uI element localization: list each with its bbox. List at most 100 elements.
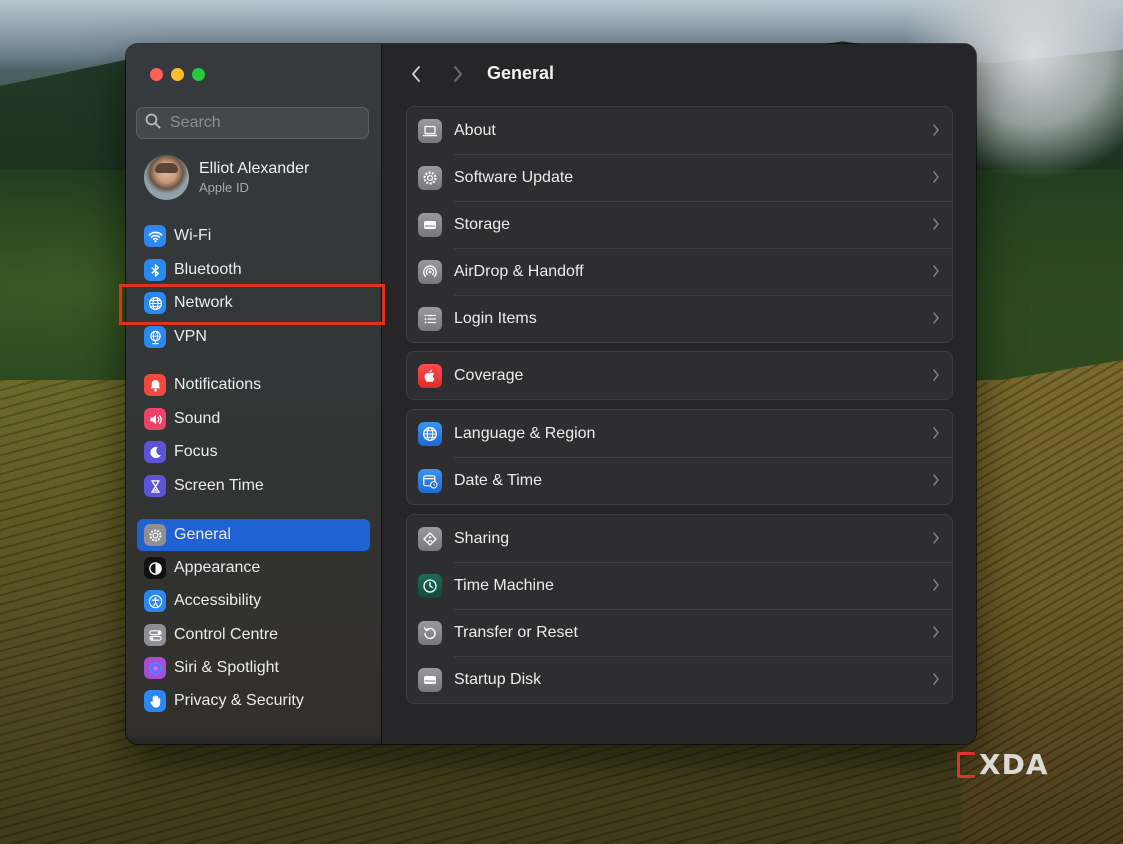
window-controls: [150, 68, 205, 81]
minimize-button[interactable]: [171, 68, 184, 81]
sidebar-item-label: General: [174, 526, 231, 543]
settings-row-label: Storage: [454, 215, 511, 233]
settings-row-about[interactable]: About: [407, 107, 952, 154]
settings-row-software-update[interactable]: Software Update: [407, 154, 952, 201]
sidebar-item-focus[interactable]: Focus: [137, 436, 370, 468]
settings-row-label: Transfer or Reset: [454, 623, 578, 641]
settings-group: Language & Region Date & Time: [406, 409, 953, 505]
airdrop-icon: [418, 259, 442, 284]
wifi-icon: [144, 225, 166, 247]
search-input[interactable]: [168, 113, 362, 133]
vpn-globe-icon: [144, 326, 166, 348]
sidebar-item-vpn[interactable]: VPN: [137, 321, 370, 353]
settings-row-airdrop-handoff[interactable]: AirDrop & Handoff: [407, 248, 952, 295]
sidebar-item-siri-spotlight[interactable]: Siri & Spotlight: [137, 652, 370, 684]
apple-id-profile[interactable]: Elliot Alexander Apple ID: [144, 155, 309, 200]
sidebar-item-label: Control Centre: [174, 626, 279, 643]
xda-watermark: XDA: [957, 748, 1049, 781]
avatar: [144, 155, 189, 200]
sidebar-item-label: Wi-Fi: [174, 227, 212, 244]
hourglass-icon: [144, 475, 166, 497]
siri-icon: [144, 657, 166, 679]
apple-icon: [418, 363, 442, 388]
chevron-left-icon: [412, 66, 420, 82]
sidebar-item-sound[interactable]: Sound: [137, 403, 370, 435]
zoom-button[interactable]: [192, 68, 205, 81]
reset-icon: [418, 620, 442, 645]
sidebar-item-network[interactable]: Network: [137, 287, 370, 319]
profile-name: Elliot Alexander: [199, 159, 310, 177]
settings-row-label: About: [454, 121, 496, 139]
close-button[interactable]: [150, 68, 163, 81]
sidebar-item-screen-time[interactable]: Screen Time: [137, 470, 370, 502]
settings-row-storage[interactable]: Storage: [407, 201, 952, 248]
sidebar-item-label: Sound: [174, 410, 221, 427]
page-title: General: [487, 63, 555, 83]
settings-row-language-region[interactable]: Language & Region: [407, 410, 952, 457]
disk-icon: [418, 667, 442, 692]
settings-row-sharing[interactable]: Sharing: [407, 515, 952, 562]
forward-button[interactable]: [446, 62, 470, 86]
sidebar-item-label: Bluetooth: [174, 261, 242, 278]
settings-row-label: Software Update: [454, 168, 574, 186]
system-settings-window: Elliot Alexander Apple ID Wi-Fi Bluetooth…: [126, 44, 976, 744]
hand-icon: [144, 690, 166, 712]
settings-row-label: Sharing: [454, 529, 510, 547]
sidebar-item-label: Privacy & Security: [174, 692, 304, 709]
sidebar-item-accessibility[interactable]: Accessibility: [137, 585, 370, 617]
sidebar-item-label: Appearance: [174, 559, 261, 576]
gear-update-icon: [418, 165, 442, 190]
globe-icon: [144, 292, 166, 314]
sharing-icon: [418, 526, 442, 551]
sidebar-item-general[interactable]: General: [137, 519, 370, 551]
sidebar-item-appearance[interactable]: Appearance: [137, 552, 370, 584]
bell-icon: [144, 374, 166, 396]
settings-row-label: Coverage: [454, 366, 524, 384]
sidebar-item-control-centre[interactable]: Control Centre: [137, 619, 370, 651]
sidebar-item-label: Siri & Spotlight: [174, 659, 279, 676]
back-button[interactable]: [404, 62, 428, 86]
sidebar-item-label: Screen Time: [174, 477, 264, 494]
settings-group: Coverage: [406, 351, 953, 400]
settings-row-label: Date & Time: [454, 471, 543, 489]
settings-row-label: Language & Region: [454, 424, 596, 442]
globe-icon: [418, 421, 442, 446]
xda-logo-icon: [957, 751, 975, 778]
settings-row-coverage[interactable]: Coverage: [407, 352, 952, 399]
sidebar-item-label: Accessibility: [174, 592, 262, 609]
sidebar-item-notifications[interactable]: Notifications: [137, 369, 370, 401]
sidebar-item-label: VPN: [174, 328, 207, 345]
gear-icon: [144, 524, 166, 546]
search-icon: [145, 113, 161, 134]
chevron-right-icon: [454, 66, 462, 82]
search-field[interactable]: [136, 107, 369, 139]
laptop-icon: [418, 118, 442, 143]
calendar-clock-icon: [418, 468, 442, 493]
list-icon: [418, 306, 442, 331]
settings-row-label: AirDrop & Handoff: [454, 262, 584, 280]
speaker-icon: [144, 408, 166, 430]
moon-icon: [144, 441, 166, 463]
settings-row-label: Login Items: [454, 309, 537, 327]
settings-row-startup-disk[interactable]: Startup Disk: [407, 656, 952, 703]
settings-group: Sharing Time Machine Transfer or Reset Star…: [406, 514, 953, 704]
settings-row-label: Time Machine: [454, 576, 554, 594]
time-machine-icon: [418, 573, 442, 598]
sidebar-item-privacy-security[interactable]: Privacy & Security: [137, 685, 370, 717]
toolbar: General: [382, 44, 976, 106]
settings-row-date-time[interactable]: Date & Time: [407, 457, 952, 504]
bluetooth-icon: [144, 259, 166, 281]
profile-subtitle: Apple ID: [199, 179, 249, 195]
settings-group: About Software Update Storage AirDrop & Han…: [406, 106, 953, 343]
sidebar-item-wi-fi[interactable]: Wi-Fi: [137, 220, 370, 252]
settings-row-transfer-or-reset[interactable]: Transfer or Reset: [407, 609, 952, 656]
settings-row-login-items[interactable]: Login Items: [407, 295, 952, 342]
main-pane: General About Software Update Storage AirDr…: [382, 44, 976, 744]
settings-row-time-machine[interactable]: Time Machine: [407, 562, 952, 609]
control-centre-icon: [144, 624, 166, 646]
sidebar-item-label: Network: [174, 294, 233, 311]
storage-icon: [418, 212, 442, 237]
sidebar-item-label: Focus: [174, 443, 218, 460]
sidebar-item-bluetooth[interactable]: Bluetooth: [137, 254, 370, 286]
sidebar-item-label: Notifications: [174, 376, 262, 393]
